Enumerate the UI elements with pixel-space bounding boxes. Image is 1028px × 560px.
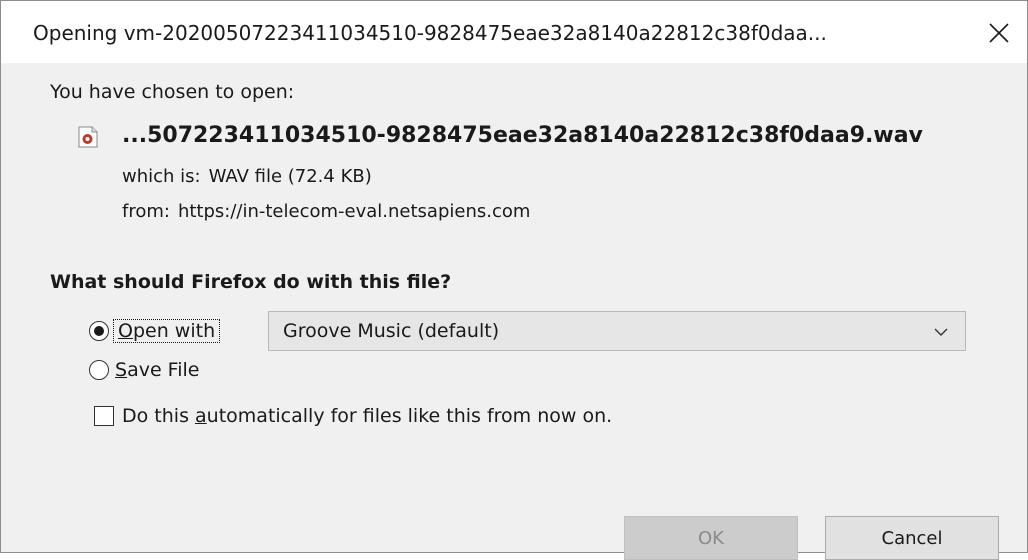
file-source-line: from: https://in-telecom-eval.netsapiens.… — [122, 201, 530, 222]
app-select-value: Groove Music (default) — [283, 320, 500, 342]
cancel-button[interactable]: Cancel — [825, 516, 999, 560]
save-file-label: Save File — [115, 359, 200, 381]
open-file-dialog: Opening vm-20200507223411034510-9828475e… — [0, 0, 1028, 560]
file-source-value: https://in-telecom-eval.netsapiens.com — [177, 201, 531, 222]
save-file-radio-button[interactable] — [89, 360, 109, 380]
app-select[interactable]: Groove Music (default) — [268, 311, 966, 351]
close-button[interactable] — [981, 15, 1017, 51]
ok-button[interactable]: OK — [624, 516, 798, 560]
open-with-radio-button[interactable] — [89, 321, 109, 341]
auto-action-checkbox-row[interactable]: Do this automatically for files like thi… — [94, 405, 612, 427]
wav-file-icon — [78, 126, 98, 148]
open-with-label: Open with — [113, 319, 221, 343]
save-file-radio[interactable]: Save File — [89, 359, 199, 381]
dialog-content: You have chosen to open: ...507223411034… — [1, 63, 1027, 560]
window-title: Opening vm-20200507223411034510-9828475e… — [33, 21, 827, 45]
which-is-label: which is: — [122, 166, 201, 187]
from-label: from: — [122, 201, 170, 222]
open-with-radio[interactable]: Open with — [89, 319, 221, 343]
close-icon — [989, 23, 1009, 43]
file-name: ...507223411034510-9828475eae32a8140a228… — [122, 123, 923, 148]
chevron-down-icon — [934, 328, 948, 336]
title-bar[interactable]: Opening vm-20200507223411034510-9828475e… — [1, 1, 1027, 63]
file-type-value: WAV file (72.4 KB) — [208, 166, 372, 187]
auto-action-checkbox[interactable] — [94, 406, 114, 426]
action-question: What should Firefox do with this file? — [50, 271, 452, 293]
chosen-label: You have chosen to open: — [50, 81, 295, 103]
file-type-line: which is: WAV file (72.4 KB) — [122, 166, 372, 187]
auto-action-label: Do this automatically for files like thi… — [122, 405, 613, 427]
